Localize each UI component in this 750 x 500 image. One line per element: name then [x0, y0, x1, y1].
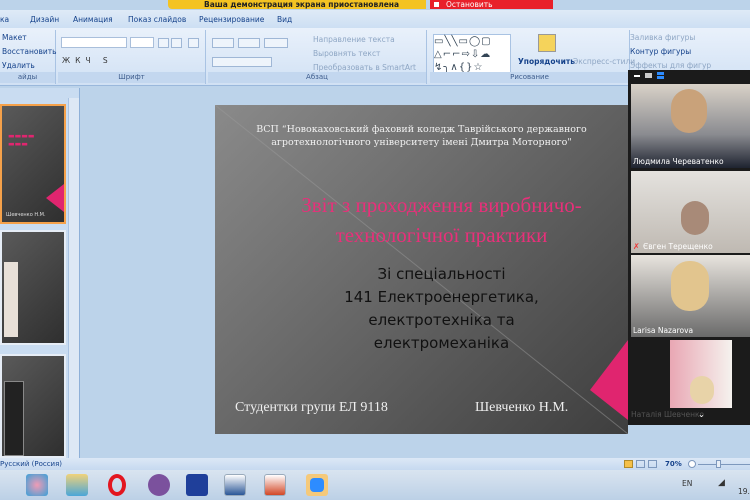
participant-name: Людмила Череватенко [633, 157, 724, 166]
align-text-button[interactable]: Выровнять текст [313, 49, 380, 58]
minimize-icon[interactable] [634, 75, 640, 77]
text-direction-button[interactable]: Направление текста [313, 35, 395, 44]
drawing-group: ▭╲╲▭◯▢ △⌐⌐⇨⇩☁ ↯╮∧{}☆ Упорядочить Экспресс-… [430, 30, 711, 84]
tab-insert[interactable]: ка [0, 15, 9, 24]
slide-thumbnail-1[interactable]: ▬▬▬▬ ▬▬▬ Шевченко Н.М. [0, 104, 66, 224]
student-group: Студентки групи ЕЛ 9118 [235, 400, 388, 415]
zoom-slider[interactable] [698, 464, 750, 465]
thumbnail-author: Шевченко Н.М. [6, 212, 46, 218]
tab-slideshow[interactable]: Показ слайдов [128, 15, 186, 24]
input-language[interactable]: EN [682, 479, 692, 488]
layout-button[interactable]: Макет [2, 33, 27, 42]
institution-text: ВСП “Новокаховський фаховий коледж Таврі… [256, 124, 587, 148]
screen-share-paused-banner: Ваша демонстрация экрана приостановлена [168, 0, 426, 9]
shape-outline-button[interactable]: Контур фигуры [630, 47, 691, 56]
arrange-button[interactable]: Упорядочить [518, 57, 575, 66]
zoom-video-panel: Людмила Череватенко Євген Терещенко ✗ La… [628, 70, 750, 425]
word-icon[interactable] [224, 474, 246, 496]
file-explorer-icon[interactable] [66, 474, 88, 496]
font-size-select[interactable] [130, 37, 154, 48]
status-bar: Русский (Россия) 70% [0, 458, 750, 470]
clock[interactable]: 19. [738, 487, 750, 496]
video-tile[interactable] [670, 340, 732, 408]
powerpoint-icon[interactable] [264, 474, 286, 496]
video-tile[interactable]: Євген Терещенко ✗ [631, 171, 750, 253]
slide-title-line2: технологічної практики [335, 223, 548, 247]
subtitle-line4: електромеханіка [373, 334, 510, 352]
viber-icon[interactable] [148, 474, 170, 496]
shape-effects-button[interactable]: Эффекты для фигур [630, 61, 711, 70]
muted-mic-icon: ✗ [633, 242, 640, 251]
grow-font-icon[interactable] [158, 38, 169, 48]
shapes-gallery[interactable]: ▭╲╲▭◯▢ △⌐⌐⇨⇩☁ ↯╮∧{}☆ [433, 34, 511, 74]
align-icons[interactable] [212, 57, 272, 67]
video-tile[interactable]: Людмила Череватенко [631, 84, 750, 168]
tab-view[interactable]: Вид [277, 15, 292, 24]
zoom-out-button[interactable] [688, 460, 696, 468]
scissors-app-icon[interactable] [26, 474, 48, 496]
delete-button[interactable]: Удалить [2, 61, 35, 70]
slide-thumbnail-2[interactable] [0, 230, 66, 345]
font-group: ЖКЧ S Шрифт [58, 30, 206, 84]
slide-canvas[interactable]: ВСП “Новокаховський фаховий коледж Таврі… [215, 105, 628, 434]
shape-fill-button[interactable]: Заливка фигуры [630, 33, 695, 42]
group-label: Шрифт [58, 72, 205, 83]
tab-design[interactable]: Дизайн [30, 15, 59, 24]
subtitle-line3: електротехніка та [368, 311, 515, 329]
paragraph-group: Направление текста Выровнять текст Преоб… [208, 30, 427, 84]
shrink-font-icon[interactable] [171, 38, 182, 48]
pink-triangle [46, 184, 64, 212]
participant-name: Наталія Шевченко [631, 410, 705, 419]
participant-name: Євген Терещенко [643, 242, 713, 251]
normal-view-icon[interactable] [624, 460, 633, 468]
stop-share-button[interactable]: Остановить демонстрацию [430, 0, 553, 18]
participant-name: Larisa Nazarova [633, 326, 694, 335]
bullets-icon[interactable] [212, 38, 234, 48]
zoom-app-icon[interactable] [306, 474, 328, 496]
signal-icon[interactable]: ◢ [718, 478, 725, 488]
taskbar: EN ◢ 19. [0, 470, 750, 500]
group-label: Рисование [430, 72, 629, 83]
numbering-icon[interactable] [238, 38, 260, 48]
smartart-button[interactable]: Преобразовать в SmartArt [313, 63, 416, 72]
slideshow-view-icon[interactable] [648, 460, 657, 468]
sorter-view-icon[interactable] [636, 460, 645, 468]
video-tile[interactable]: Larisa Nazarova [631, 255, 750, 337]
subtitle-line1: Зі спеціальності [377, 265, 506, 283]
ribbon-tabs: ка Дизайн Анимация Показ слайдов Рецензи… [0, 10, 750, 28]
clear-format-icon[interactable] [188, 38, 199, 48]
tab-animation[interactable]: Анимация [73, 15, 113, 24]
thumbnails-scrollbar[interactable] [68, 98, 79, 458]
slide-author: Шевченко Н.М. [475, 400, 569, 415]
opera-icon[interactable] [108, 474, 126, 496]
gallery-view-icon[interactable] [657, 72, 664, 79]
slide-title-line1: Звіт з проходження виробничо- [301, 193, 582, 217]
slides-group: Макет Восстановить Удалить айды [0, 30, 57, 84]
zoom-level: 70% [665, 460, 682, 468]
indent-icon[interactable] [264, 38, 288, 48]
font-format-buttons[interactable]: ЖКЧ S [62, 56, 113, 65]
quick-styles-button[interactable]: Экспресс-стили [573, 57, 635, 66]
group-label: Абзац [208, 72, 426, 83]
group-label: айды [0, 72, 55, 83]
arrange-icon [538, 34, 556, 52]
reset-button[interactable]: Восстановить [2, 47, 57, 56]
language-status[interactable]: Русский (Россия) [0, 458, 62, 470]
subtitle-line2: 141 Електроенергетика, [344, 288, 539, 306]
window-icon[interactable] [645, 73, 652, 78]
save-app-icon[interactable] [186, 474, 208, 496]
zoom-slider-thumb[interactable] [716, 460, 721, 468]
font-family-select[interactable] [61, 37, 127, 48]
chevron-down-icon[interactable]: ⌄ [698, 410, 705, 419]
slide-thumbnail-3[interactable] [0, 354, 66, 458]
tab-review[interactable]: Рецензирование [199, 15, 264, 24]
